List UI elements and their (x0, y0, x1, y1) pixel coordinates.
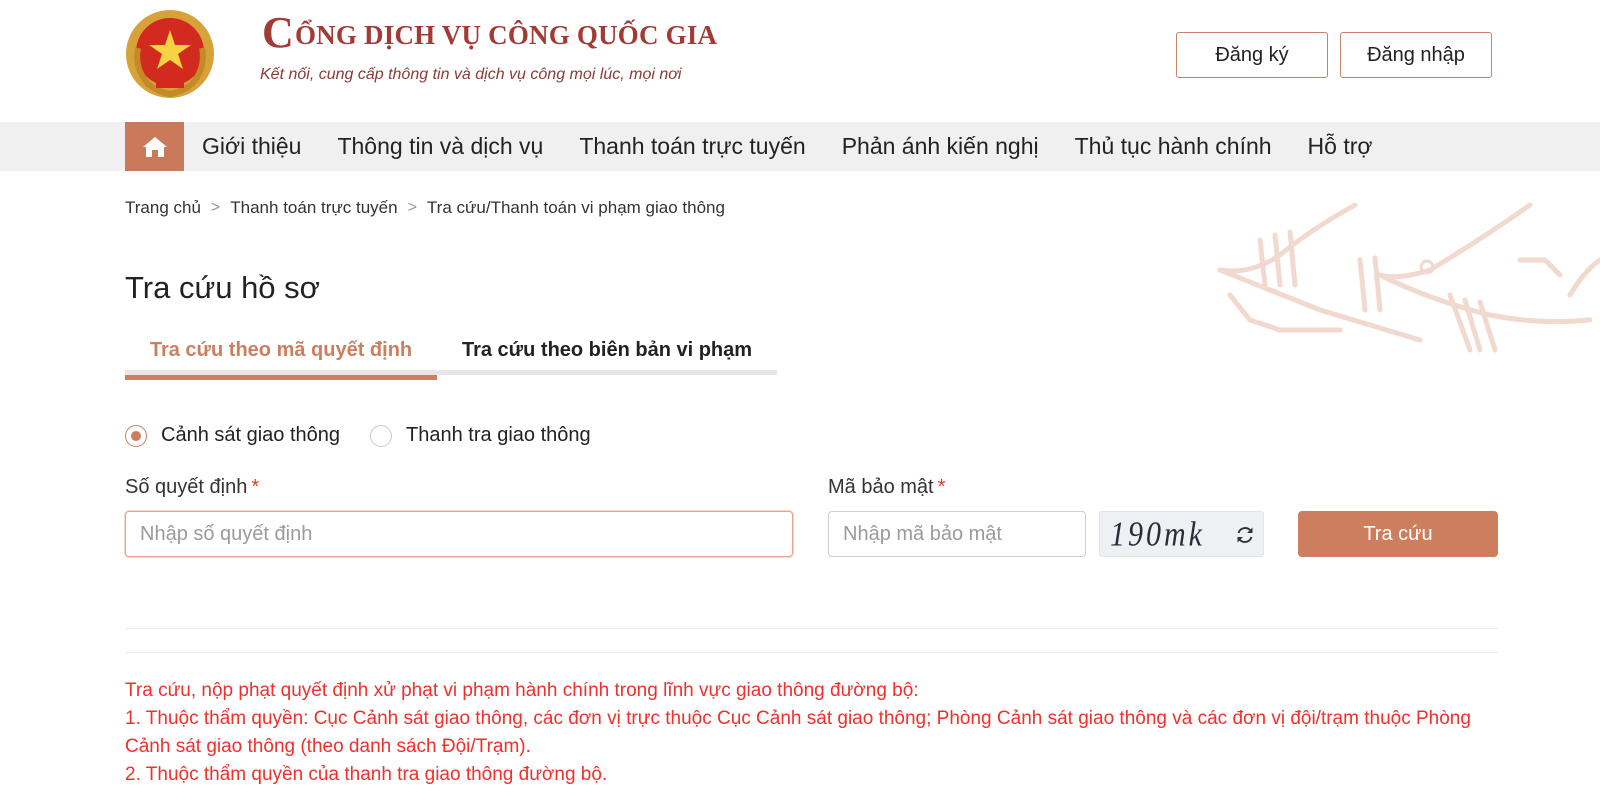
tab-lookup-by-decision[interactable]: Tra cứu theo mã quyết định (125, 325, 437, 380)
tab-lookup-by-violation-record[interactable]: Tra cứu theo biên bản vi phạm (437, 325, 777, 375)
radio-traffic-police-indicator[interactable] (125, 424, 147, 447)
portal-brand[interactable]: C ỔNG DỊCH VỤ CÔNG QUỐC GIA Kết nối, cun… (260, 8, 718, 84)
bird-decoration-icon (1217, 202, 1600, 353)
home-icon (142, 136, 167, 157)
captcha-input[interactable] (828, 511, 1086, 557)
main-nav: Giới thiệu Thông tin và dịch vụ Thanh to… (0, 122, 1600, 171)
breadcrumb-separator: > (210, 199, 221, 216)
portal-title: C ỔNG DỊCH VỤ CÔNG QUỐC GIA (262, 8, 718, 57)
national-emblem-icon[interactable] (124, 8, 216, 100)
portal-title-rest: ỔNG DỊCH VỤ CÔNG QUỐC GIA (294, 20, 718, 50)
breadcrumb-current: Tra cứu/Thanh toán vi phạm giao thông (426, 198, 725, 217)
portal-subtitle: Kết nối, cung cấp thông tin và dịch vụ c… (260, 66, 682, 83)
nav-item-thong-tin-dich-vu[interactable]: Thông tin và dịch vụ (319, 133, 561, 160)
register-button[interactable]: Đăng ký (1176, 32, 1328, 78)
captcha-label: Mã bảo mật * (828, 476, 945, 499)
notice-line: Tra cứu, nộp phạt quyết định xử phạt vi … (125, 680, 919, 701)
page-title: Tra cứu hồ sơ (125, 270, 320, 305)
radio-traffic-inspection-indicator[interactable] (370, 424, 393, 447)
nav-item-thu-tuc[interactable]: Thủ tục hành chính (1057, 133, 1290, 160)
breadcrumb-online-payment[interactable]: Thanh toán trực tuyến (230, 198, 397, 218)
captcha-image: 190mk (1099, 511, 1264, 557)
portal-title-initial: C (262, 8, 294, 57)
agency-radio-group: Cảnh sát giao thông Thanh tra giao thông (125, 424, 621, 447)
captcha-code: 190mk (1110, 515, 1205, 554)
refresh-icon[interactable] (1234, 524, 1256, 546)
site-header: C ỔNG DỊCH VỤ CÔNG QUỐC GIA Kết nối, cun… (0, 0, 1600, 120)
nav-item-ho-tro[interactable]: Hỗ trợ (1290, 133, 1391, 160)
decision-number-label-text: Số quyết định (125, 476, 248, 498)
radio-traffic-police-label: Cảnh sát giao thông (161, 424, 341, 446)
captcha-label-text: Mã bảo mật (828, 476, 934, 498)
notice-text: Tra cứu, nộp phạt quyết định xử phạt vi … (125, 677, 1500, 789)
login-button[interactable]: Đăng nhập (1340, 32, 1492, 78)
search-button[interactable]: Tra cứu (1298, 511, 1498, 557)
breadcrumb: Trang chủ > Thanh toán trực tuyến > Tra … (125, 198, 725, 218)
required-mark: * (937, 476, 946, 498)
divider (125, 652, 1498, 653)
required-mark: * (251, 476, 260, 498)
decision-number-input[interactable] (125, 511, 793, 557)
decision-number-label: Số quyết định * (125, 476, 259, 499)
nav-items: Giới thiệu Thông tin và dịch vụ Thanh to… (184, 122, 1390, 171)
lookup-tabs: Tra cứu theo mã quyết định Tra cứu theo … (125, 325, 777, 380)
notice-line: 2. Thuộc thẩm quyền của thanh tra giao t… (125, 764, 608, 785)
nav-item-phan-anh[interactable]: Phản ánh kiến nghị (824, 133, 1057, 160)
breadcrumb-home[interactable]: Trang chủ (125, 198, 201, 218)
divider (125, 628, 1498, 629)
radio-traffic-inspection-label: Thanh tra giao thông (406, 424, 591, 446)
radio-traffic-inspection[interactable]: Thanh tra giao thông (370, 424, 591, 447)
nav-item-gioi-thieu[interactable]: Giới thiệu (184, 133, 319, 160)
breadcrumb-separator: > (407, 199, 417, 216)
notice-line: 1. Thuộc thẩm quyền: Cục Cảnh sát giao t… (125, 708, 1471, 757)
nav-item-thanh-toan[interactable]: Thanh toán trực tuyến (561, 133, 823, 160)
nav-home-button[interactable] (125, 122, 184, 171)
radio-traffic-police[interactable]: Cảnh sát giao thông (125, 424, 340, 447)
